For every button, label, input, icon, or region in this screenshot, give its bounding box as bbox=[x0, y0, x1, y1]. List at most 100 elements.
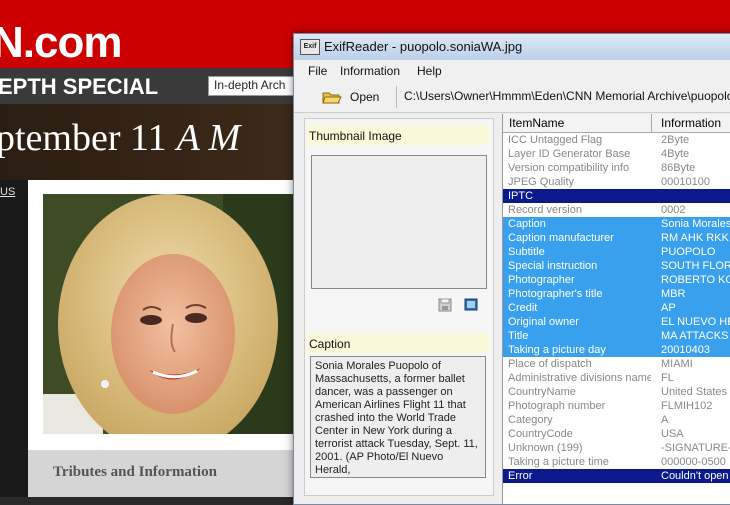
menu-help[interactable]: Help bbox=[417, 64, 442, 78]
exifreader-window: Exif ExifReader - puopolo.soniaWA.jpg Fi… bbox=[293, 33, 730, 505]
exif-app-icon: Exif bbox=[300, 39, 320, 55]
information-cell: EL NUEVO HE bbox=[661, 316, 730, 328]
item-name-cell: Record version bbox=[508, 204, 582, 216]
information-cell: USA bbox=[661, 428, 684, 440]
table-row[interactable]: Subtitle PUOPOLO bbox=[503, 245, 730, 259]
table-row[interactable]: Caption manufacturer RM AHK RKK bbox=[503, 231, 730, 245]
portrait-photo bbox=[43, 194, 298, 434]
information-cell: Sonia Morales bbox=[661, 218, 730, 230]
table-row[interactable]: Taking a picture day 20010403 bbox=[503, 343, 730, 357]
thumbnail-preview bbox=[311, 155, 487, 289]
table-row[interactable]: Place of dispatch MIAMI bbox=[503, 357, 730, 371]
information-cell: Couldn't open bbox=[661, 470, 729, 482]
column-information[interactable]: Information bbox=[653, 114, 730, 132]
item-name-cell: Error bbox=[508, 470, 533, 482]
information-cell: MIAMI bbox=[661, 358, 693, 370]
table-row[interactable]: Special instruction SOUTH FLOR bbox=[503, 259, 730, 273]
open-button-label: Open bbox=[350, 90, 380, 104]
table-row[interactable]: Original owner EL NUEVO HE bbox=[503, 315, 730, 329]
menu-information[interactable]: Information bbox=[340, 64, 400, 78]
item-name-cell: Category bbox=[508, 414, 553, 426]
item-name-cell: Subtitle bbox=[508, 246, 545, 258]
item-name-cell: Photographer bbox=[508, 274, 575, 286]
item-name-cell: Place of dispatch bbox=[508, 358, 592, 370]
information-cell: 00010100 bbox=[661, 176, 710, 188]
information-cell: United States bbox=[661, 386, 728, 398]
table-row[interactable]: Record version 0002 bbox=[503, 203, 730, 217]
table-row[interactable]: Category A bbox=[503, 413, 730, 427]
information-cell: A bbox=[661, 414, 669, 426]
table-row[interactable]: Layer ID Generator Base 4Byte bbox=[503, 147, 730, 161]
table-row[interactable]: ICC Untagged Flag 2Byte bbox=[503, 133, 730, 147]
left-pane: Thumbnail Image Caption Sonia Morales Pu… bbox=[304, 118, 494, 496]
table-row[interactable]: Error Couldn't open bbox=[503, 469, 730, 483]
table-row[interactable]: IPTC bbox=[503, 189, 730, 203]
item-name-cell: Administrative divisions name bbox=[508, 372, 651, 384]
item-name-cell: CountryCode bbox=[508, 428, 573, 440]
site-logo[interactable]: N.com bbox=[0, 18, 122, 68]
item-name-cell: Layer ID Generator Base bbox=[508, 148, 631, 160]
display-icon[interactable] bbox=[464, 298, 478, 312]
item-name-cell: Version compatibility info bbox=[508, 162, 630, 174]
item-name-cell: Photographer's title bbox=[508, 288, 603, 300]
column-itemname[interactable]: ItemName bbox=[503, 114, 652, 132]
table-row[interactable]: CountryCode USA bbox=[503, 427, 730, 441]
table-row[interactable]: Version compatibility info 86Byte bbox=[503, 161, 730, 175]
item-name-cell: Photograph number bbox=[508, 400, 606, 412]
information-cell: 86Byte bbox=[661, 162, 696, 174]
caption-text[interactable]: Sonia Morales Puopolo of Massachusetts, … bbox=[310, 356, 486, 478]
item-name-cell: Caption bbox=[508, 218, 546, 230]
item-name-cell: Original owner bbox=[508, 316, 579, 328]
side-nav bbox=[0, 180, 28, 497]
information-cell: PUOPOLO bbox=[661, 246, 716, 258]
information-cell: 000000-0500 bbox=[661, 456, 726, 468]
toolbar: Open C:\Users\Owner\Hmmm\Eden\CNN Memori… bbox=[294, 82, 730, 113]
information-cell: SOUTH FLOR bbox=[661, 260, 730, 272]
table-row[interactable]: Caption Sonia Morales bbox=[503, 217, 730, 231]
table-row[interactable]: Taking a picture time 000000-0500 bbox=[503, 455, 730, 469]
grid-header: ItemName Information bbox=[503, 114, 730, 133]
window-title: ExifReader - puopolo.soniaWA.jpg bbox=[324, 39, 523, 54]
save-icon[interactable] bbox=[438, 298, 452, 312]
thumbnail-header: Thumbnail Image bbox=[307, 125, 489, 145]
information-cell: FLMIH102 bbox=[661, 400, 713, 412]
table-row[interactable]: Photographer ROBERTO KO bbox=[503, 273, 730, 287]
table-row[interactable]: CountryName United States bbox=[503, 385, 730, 399]
banner-title: ptember 11 A M bbox=[0, 116, 240, 160]
tributes-link[interactable]: Tributes and Information bbox=[40, 464, 230, 480]
information-cell: 2Byte bbox=[661, 134, 690, 146]
item-name-cell: IPTC bbox=[508, 190, 534, 202]
information-cell: FL bbox=[661, 372, 674, 384]
table-row[interactable]: Administrative divisions name FL bbox=[503, 371, 730, 385]
information-cell: -SIGNATURE- bbox=[661, 442, 730, 454]
table-row[interactable]: Photographer's title MBR bbox=[503, 287, 730, 301]
item-name-cell: Taking a picture time bbox=[508, 456, 609, 468]
information-cell: RM AHK RKK bbox=[661, 232, 729, 244]
item-name-cell: Taking a picture day bbox=[508, 344, 606, 356]
information-cell: ROBERTO KO bbox=[661, 274, 730, 286]
caption-header: Caption bbox=[307, 333, 489, 353]
banner-main-text: ptember 11 bbox=[0, 117, 167, 159]
table-row[interactable]: Title MA ATTACKS bbox=[503, 329, 730, 343]
information-cell: MBR bbox=[661, 288, 686, 300]
title-bar[interactable]: Exif ExifReader - puopolo.soniaWA.jpg bbox=[294, 34, 730, 60]
information-cell: 4Byte bbox=[661, 148, 690, 160]
menu-file[interactable]: File bbox=[308, 64, 327, 78]
side-nav-link[interactable]: US bbox=[0, 186, 15, 198]
information-cell: 0002 bbox=[661, 204, 686, 216]
grid-rows: ICC Untagged Flag 2Byte Layer ID Generator… bbox=[503, 133, 730, 483]
open-button[interactable]: Open bbox=[316, 87, 388, 107]
toolbar-separator bbox=[396, 86, 397, 108]
table-row[interactable]: JPEG Quality 00010100 bbox=[503, 175, 730, 189]
table-row[interactable]: Photograph number FLMIH102 bbox=[503, 399, 730, 413]
table-row[interactable]: Unknown (199) -SIGNATURE- bbox=[503, 441, 730, 455]
table-row[interactable]: Credit AP bbox=[503, 301, 730, 315]
banner-italic-text: A M bbox=[176, 117, 241, 159]
item-name-cell: Title bbox=[508, 330, 529, 342]
item-name-cell: Unknown (199) bbox=[508, 442, 583, 454]
item-name-cell: Credit bbox=[508, 302, 538, 314]
menu-bar: File Information Help bbox=[294, 60, 730, 83]
file-path: C:\Users\Owner\Hmmm\Eden\CNN Memorial Ar… bbox=[404, 89, 730, 103]
item-name-cell: ICC Untagged Flag bbox=[508, 134, 603, 146]
item-name-cell: JPEG Quality bbox=[508, 176, 575, 188]
